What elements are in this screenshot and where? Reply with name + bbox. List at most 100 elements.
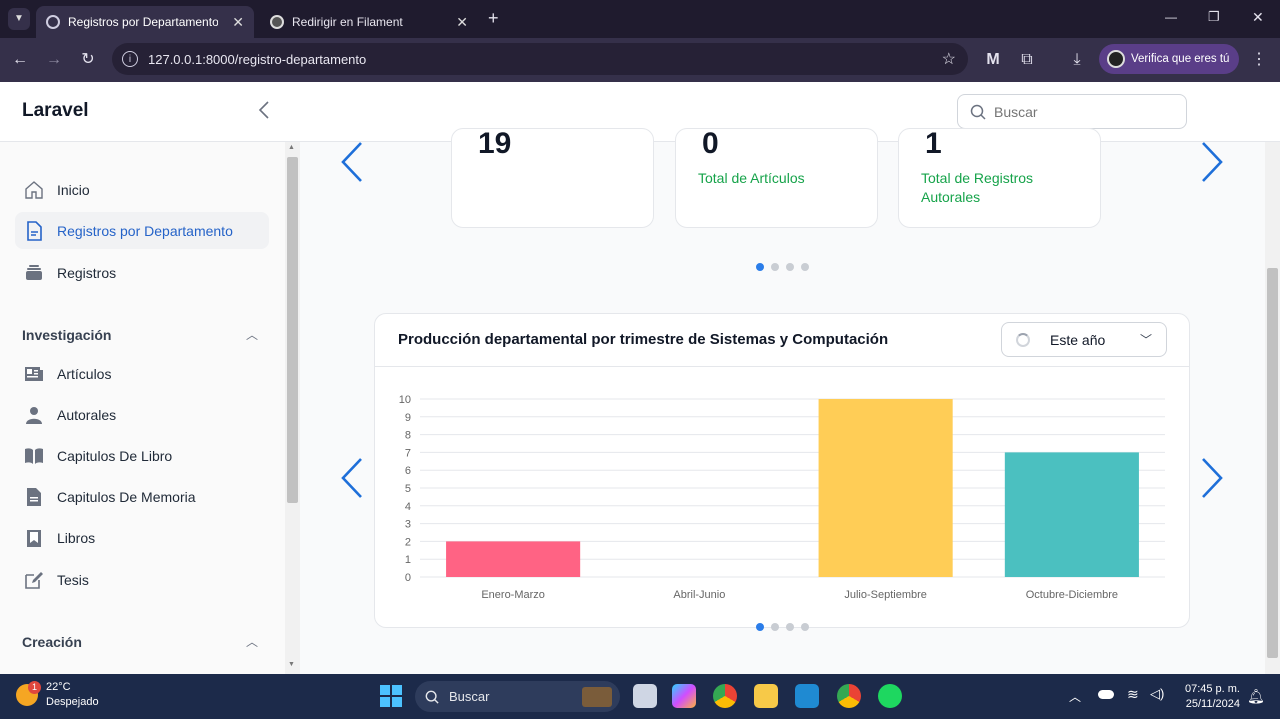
pagination-dot[interactable] <box>801 623 809 631</box>
file-explorer-icon[interactable] <box>754 684 778 708</box>
pagination-dot[interactable] <box>786 623 794 631</box>
loading-spinner-icon <box>1016 332 1030 347</box>
tab-list-dropdown-icon[interactable]: ▼ <box>8 8 30 30</box>
pagination-dot[interactable] <box>786 263 794 271</box>
copilot-icon[interactable] <box>672 684 696 708</box>
pagination-dot[interactable] <box>771 623 779 631</box>
sidebar-item-label: Registros por Departamento <box>57 222 233 239</box>
clock[interactable]: 07:45 p. m. 25/11/2024 <box>1180 682 1240 712</box>
browser-tab-active[interactable]: Registros por Departamento - L ✕ <box>36 6 254 38</box>
period-filter-select[interactable]: Este año ﹀ <box>1001 322 1167 357</box>
site-info-icon[interactable]: i <box>122 51 138 67</box>
extension-m-icon[interactable]: M <box>982 49 1004 71</box>
carousel-prev-icon[interactable] <box>340 142 364 187</box>
new-tab-button[interactable]: + <box>488 8 499 29</box>
extensions-puzzle-icon[interactable]: ⧉ <box>1016 49 1038 71</box>
stack-icon <box>26 264 42 280</box>
minimize-button[interactable]: — <box>1165 10 1177 24</box>
sidebar-item-registros[interactable]: Registros <box>15 254 269 291</box>
wifi-icon[interactable]: ≋ <box>1127 686 1139 703</box>
volume-icon[interactable]: ◁) <box>1150 686 1164 702</box>
sidebar-item-capitulos-libro[interactable]: Capitulos De Libro <box>15 437 269 474</box>
scroll-down-arrow-icon[interactable]: ▼ <box>288 661 295 668</box>
carousel-next-icon[interactable] <box>1200 142 1224 187</box>
nav-group-creacion[interactable]: Creación <box>22 634 82 650</box>
windows-start-icon[interactable] <box>380 685 402 707</box>
brand-logo[interactable]: Laravel <box>22 100 89 122</box>
sidebar-item-tesis[interactable]: Tesis <box>15 561 269 598</box>
sidebar-scrollbar-thumb[interactable] <box>287 157 298 503</box>
close-tab-icon[interactable]: ✕ <box>232 14 244 31</box>
sidebar-item-registros-departamento[interactable]: Registros por Departamento <box>15 212 269 249</box>
collapse-sidebar-icon[interactable] <box>258 100 270 126</box>
newspaper-icon <box>25 366 43 381</box>
sidebar-item-label: Registros <box>57 264 117 281</box>
chart-carousel-pagination <box>756 623 809 631</box>
sidebar-item-capitulos-memoria[interactable]: Capitulos De Memoria <box>15 478 269 515</box>
y-tick-label: 10 <box>399 394 411 406</box>
forward-icon[interactable]: → <box>43 49 65 71</box>
chart-carousel-next-icon[interactable] <box>1200 458 1224 503</box>
spotify-icon[interactable] <box>878 684 902 708</box>
chrome-icon[interactable] <box>713 684 737 708</box>
pagination-dot[interactable] <box>756 623 764 631</box>
browser-menu-icon[interactable]: ⋮ <box>1248 49 1270 71</box>
pagination-dot[interactable] <box>771 263 779 271</box>
y-tick-label: 7 <box>405 447 411 459</box>
scroll-up-arrow-icon[interactable]: ▲ <box>288 144 295 151</box>
pagination-dot[interactable] <box>801 263 809 271</box>
weather-widget[interactable]: 1 22°C Despejado <box>16 680 99 710</box>
x-tick-label: Octubre-Diciembre <box>1026 589 1118 601</box>
bar <box>1004 452 1139 577</box>
sidebar-item-inicio[interactable]: Inicio <box>15 171 269 208</box>
chrome-profile-icon[interactable] <box>837 684 861 708</box>
bar <box>818 399 953 577</box>
close-window-button[interactable]: ✕ <box>1252 9 1264 26</box>
chart-carousel-prev-icon[interactable] <box>340 458 364 503</box>
notification-bell-icon[interactable]: 🔔︎ <box>1247 688 1265 705</box>
search-input[interactable] <box>994 103 1164 120</box>
bookmark-star-icon[interactable]: ☆ <box>942 49 956 69</box>
nav-group-investigacion[interactable]: Investigación <box>22 327 111 343</box>
sidebar-item-articulos[interactable]: Artículos <box>15 355 269 392</box>
page-scrollbar-thumb[interactable] <box>1267 268 1278 658</box>
onedrive-cloud-icon[interactable] <box>1098 690 1114 699</box>
clock-date: 25/11/2024 <box>1185 698 1240 710</box>
chevron-up-icon[interactable]: ︿ <box>246 633 258 650</box>
y-tick-label: 0 <box>405 572 411 584</box>
browser-tab[interactable]: Redirigir en Filament ✕ <box>260 6 478 38</box>
document-icon <box>27 220 42 241</box>
sidebar-item-label: Capitulos De Libro <box>57 447 173 464</box>
sidebar-item-libros[interactable]: Libros <box>15 519 269 556</box>
sidebar-item-label: Autorales <box>57 406 117 423</box>
back-icon[interactable]: ← <box>9 49 31 71</box>
search-highlight-icon <box>582 686 612 707</box>
reload-icon[interactable]: ↻ <box>77 49 99 71</box>
chevron-up-icon[interactable]: ︿ <box>246 326 258 343</box>
pagination-dot[interactable] <box>756 263 764 271</box>
global-search[interactable] <box>957 94 1187 129</box>
filament-favicon-icon <box>270 15 284 29</box>
x-tick-label: Enero-Marzo <box>481 589 545 601</box>
tray-chevron-icon[interactable]: ︿ <box>1069 688 1081 705</box>
address-bar[interactable]: i 127.0.0.1:8000/registro-departamento ☆ <box>112 43 968 75</box>
edit-icon <box>25 571 43 589</box>
task-view-icon[interactable] <box>633 684 657 708</box>
weather-desc: Despejado <box>46 696 99 708</box>
moon-weather-icon: 1 <box>16 681 41 706</box>
taskbar-search[interactable]: Buscar <box>415 681 620 712</box>
close-tab-icon[interactable]: ✕ <box>456 14 468 31</box>
stat-value: 0 <box>702 128 719 160</box>
sidebar-item-label: Libros <box>57 529 96 546</box>
y-tick-label: 3 <box>405 519 411 531</box>
stat-value: 19 <box>478 128 512 160</box>
sidebar-item-autorales[interactable]: Autorales <box>15 396 269 433</box>
maximize-button[interactable]: ❐ <box>1208 9 1220 25</box>
downloads-icon[interactable]: ⤓ <box>1066 49 1088 71</box>
profile-button[interactable]: Verifica que eres tú <box>1099 44 1239 74</box>
sidebar-item-label: Artículos <box>57 365 112 382</box>
sidebar-item-label: Inicio <box>57 181 90 198</box>
vscode-icon[interactable] <box>795 684 819 708</box>
search-icon <box>970 104 986 120</box>
bar-chart: 0 1 2 3 4 5 6 7 8 9 10 Enero-Marzo Abril-Junio Julio-… <box>399 394 1165 601</box>
